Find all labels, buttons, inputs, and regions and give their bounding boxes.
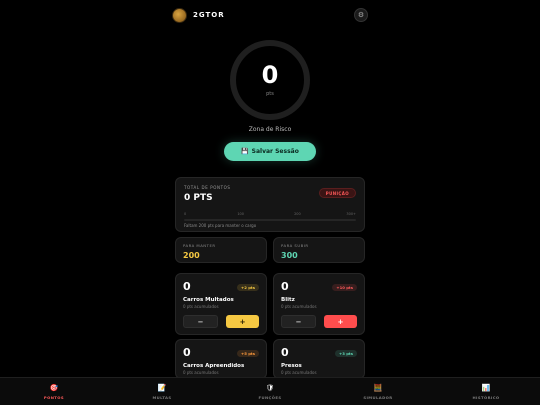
maintain-label: PARA MANTER — [183, 243, 216, 248]
score-unit: pts — [266, 91, 274, 97]
bottom-nav: 🎯 PONTOS 📝 MULTAS 🛡 FUNÇÕES 🧮 SIMULADOR … — [0, 377, 540, 405]
scale-tick: 0 — [184, 212, 187, 216]
nav-label: MULTAS — [152, 394, 172, 400]
raise-value: 300 — [281, 251, 298, 260]
stat-card-carros-multados: 0 +2 pts Carros Multados 0 pts acumulado… — [175, 273, 267, 335]
brand-title: 2GTOR — [193, 11, 225, 19]
points-badge: +3 pts — [335, 350, 357, 357]
target-icon: 🎯 — [49, 384, 59, 392]
nav-label: FUNÇÕES — [258, 394, 282, 400]
nav-item-pontos[interactable]: 🎯 PONTOS — [0, 378, 108, 405]
increment-button[interactable]: + — [324, 315, 357, 328]
shield-icon: 🛡 — [265, 384, 275, 392]
stat-subtitle: 0 pts acumulados — [281, 370, 317, 375]
floppy-icon: 💾 — [241, 148, 249, 155]
logo-icon — [172, 7, 187, 23]
stat-card-carros-apreendidos: 0 +5 pts Carros Apreendidos 0 pts acumul… — [175, 339, 267, 379]
nav-item-funcoes[interactable]: 🛡 FUNÇÕES — [216, 378, 324, 405]
stat-subtitle: 0 pts acumulados — [183, 370, 219, 375]
scale-tick: 300+ — [346, 212, 356, 216]
nav-item-historico[interactable]: 📊 HISTÓRICO — [432, 378, 540, 405]
save-session-button[interactable]: 💾 Salvar Sessão — [224, 142, 316, 161]
points-badge: +2 pts — [237, 284, 259, 291]
stat-card-blitz: 0 +10 pts Blitz 0 pts acumulados − + — [273, 273, 365, 335]
maintain-value: 200 — [183, 251, 200, 260]
progress-hint: Faltam 200 pts para manter o cargo — [184, 223, 257, 228]
scale-tick: 100 — [237, 212, 244, 216]
progress-scale: 0 100 200 300+ — [184, 212, 356, 218]
decrement-button[interactable]: − — [183, 315, 218, 328]
save-session-label: Salvar Sessão — [251, 148, 299, 155]
nav-item-multas[interactable]: 📝 MULTAS — [108, 378, 216, 405]
notepad-icon: 📝 — [157, 384, 167, 392]
score-ring: 0 pts — [230, 40, 310, 120]
settings-icon[interactable]: ⚙ — [354, 8, 368, 22]
increment-button[interactable]: + — [226, 315, 259, 328]
nav-label: PONTOS — [43, 394, 65, 400]
stat-name: Carros Multados — [183, 297, 234, 303]
nav-label: SIMULADOR — [363, 394, 393, 400]
nav-label: HISTÓRICO — [472, 394, 500, 400]
stat-subtitle: 0 pts acumulados — [183, 304, 219, 309]
calculator-icon: 🧮 — [373, 384, 383, 392]
app-header: 2GTOR ⚙ — [172, 4, 368, 26]
stat-card-presos: 0 +3 pts Presos 0 pts acumulados — [273, 339, 365, 379]
decrement-button[interactable]: − — [281, 315, 316, 328]
stat-subtitle: 0 pts acumulados — [281, 304, 317, 309]
points-badge: +10 pts — [332, 284, 357, 291]
progress-bar — [184, 219, 356, 221]
stat-name: Carros Apreendidos — [183, 363, 245, 369]
status-badge: PUNIÇÃO — [318, 188, 356, 198]
risk-zone-label: Zona de Risco — [248, 126, 292, 133]
stat-name: Blitz — [281, 297, 295, 303]
score-value: 0 — [261, 61, 279, 89]
chart-icon: 📊 — [481, 384, 491, 392]
stat-name: Presos — [281, 363, 302, 369]
raise-card: PARA SUBIR 300 — [273, 237, 365, 263]
nav-item-simulador[interactable]: 🧮 SIMULADOR — [324, 378, 432, 405]
total-points-card: TOTAL DE PONTOS 0 PTS PUNIÇÃO 0 100 200 … — [175, 177, 365, 232]
scale-tick: 200 — [294, 212, 301, 216]
raise-label: PARA SUBIR — [281, 243, 309, 248]
maintain-card: PARA MANTER 200 — [175, 237, 267, 263]
points-badge: +5 pts — [237, 350, 259, 357]
